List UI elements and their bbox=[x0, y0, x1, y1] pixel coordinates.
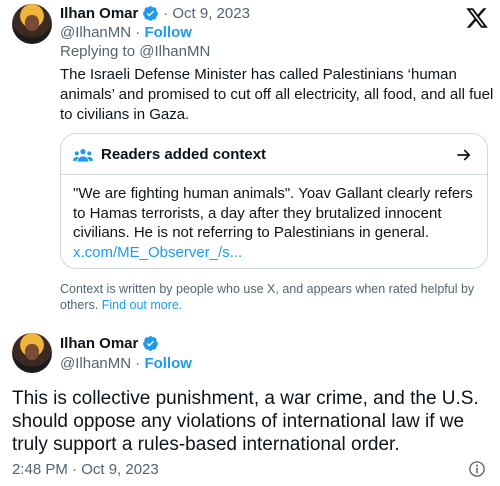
card-divider bbox=[61, 174, 487, 175]
author-row-top: Ilhan Omar · Oct 9, 2023 bbox=[60, 5, 250, 22]
handle-separator: · bbox=[131, 24, 145, 41]
community-note-body: "We are fighting human animals". Yoav Ga… bbox=[73, 184, 478, 262]
tweet-timestamp[interactable]: 2:48 PM · Oct 9, 2023 bbox=[12, 461, 159, 478]
avatar-main[interactable] bbox=[12, 333, 52, 373]
handle-row-top: @IlhanMN · Follow bbox=[60, 24, 192, 41]
community-note-footnote: Context is written by people who use X, … bbox=[60, 281, 490, 313]
avatar-top[interactable] bbox=[12, 4, 52, 44]
tweet-date[interactable]: Oct 9, 2023 bbox=[172, 5, 250, 22]
handle-separator: · bbox=[131, 355, 145, 372]
community-note-link[interactable]: x.com/ME_Observer_/s... bbox=[73, 243, 478, 263]
x-logo-icon[interactable] bbox=[464, 6, 490, 30]
readers-group-icon bbox=[73, 148, 93, 162]
follow-button[interactable]: Follow bbox=[144, 355, 192, 372]
community-note-card[interactable]: Readers added context "We are fighting h… bbox=[60, 133, 488, 269]
community-note-header: Readers added context bbox=[73, 146, 266, 163]
author-name[interactable]: Ilhan Omar bbox=[60, 335, 138, 352]
main-tweet-text: This is collective punishment, a war cri… bbox=[12, 388, 479, 455]
verified-badge-icon bbox=[143, 6, 159, 21]
tweet-text: The Israeli Defense Minister has called … bbox=[60, 66, 494, 123]
community-note-title: Readers added context bbox=[101, 146, 267, 163]
follow-button[interactable]: Follow bbox=[144, 24, 192, 41]
handle-row-main: @IlhanMN · Follow bbox=[60, 355, 192, 372]
separator-dot: · bbox=[163, 5, 169, 22]
arrow-right-icon[interactable] bbox=[455, 146, 473, 164]
verified-badge-icon bbox=[143, 336, 159, 351]
replying-to[interactable]: Replying to @IlhanMN bbox=[60, 43, 210, 60]
find-out-more-link[interactable]: Find out more. bbox=[102, 298, 183, 312]
author-name[interactable]: Ilhan Omar bbox=[60, 5, 138, 22]
author-handle[interactable]: @IlhanMN bbox=[60, 355, 131, 372]
author-handle[interactable]: @IlhanMN bbox=[60, 24, 131, 41]
community-note-text: "We are fighting human animals". Yoav Ga… bbox=[73, 185, 473, 241]
info-icon[interactable] bbox=[468, 460, 486, 478]
author-row-main: Ilhan Omar bbox=[60, 335, 159, 352]
